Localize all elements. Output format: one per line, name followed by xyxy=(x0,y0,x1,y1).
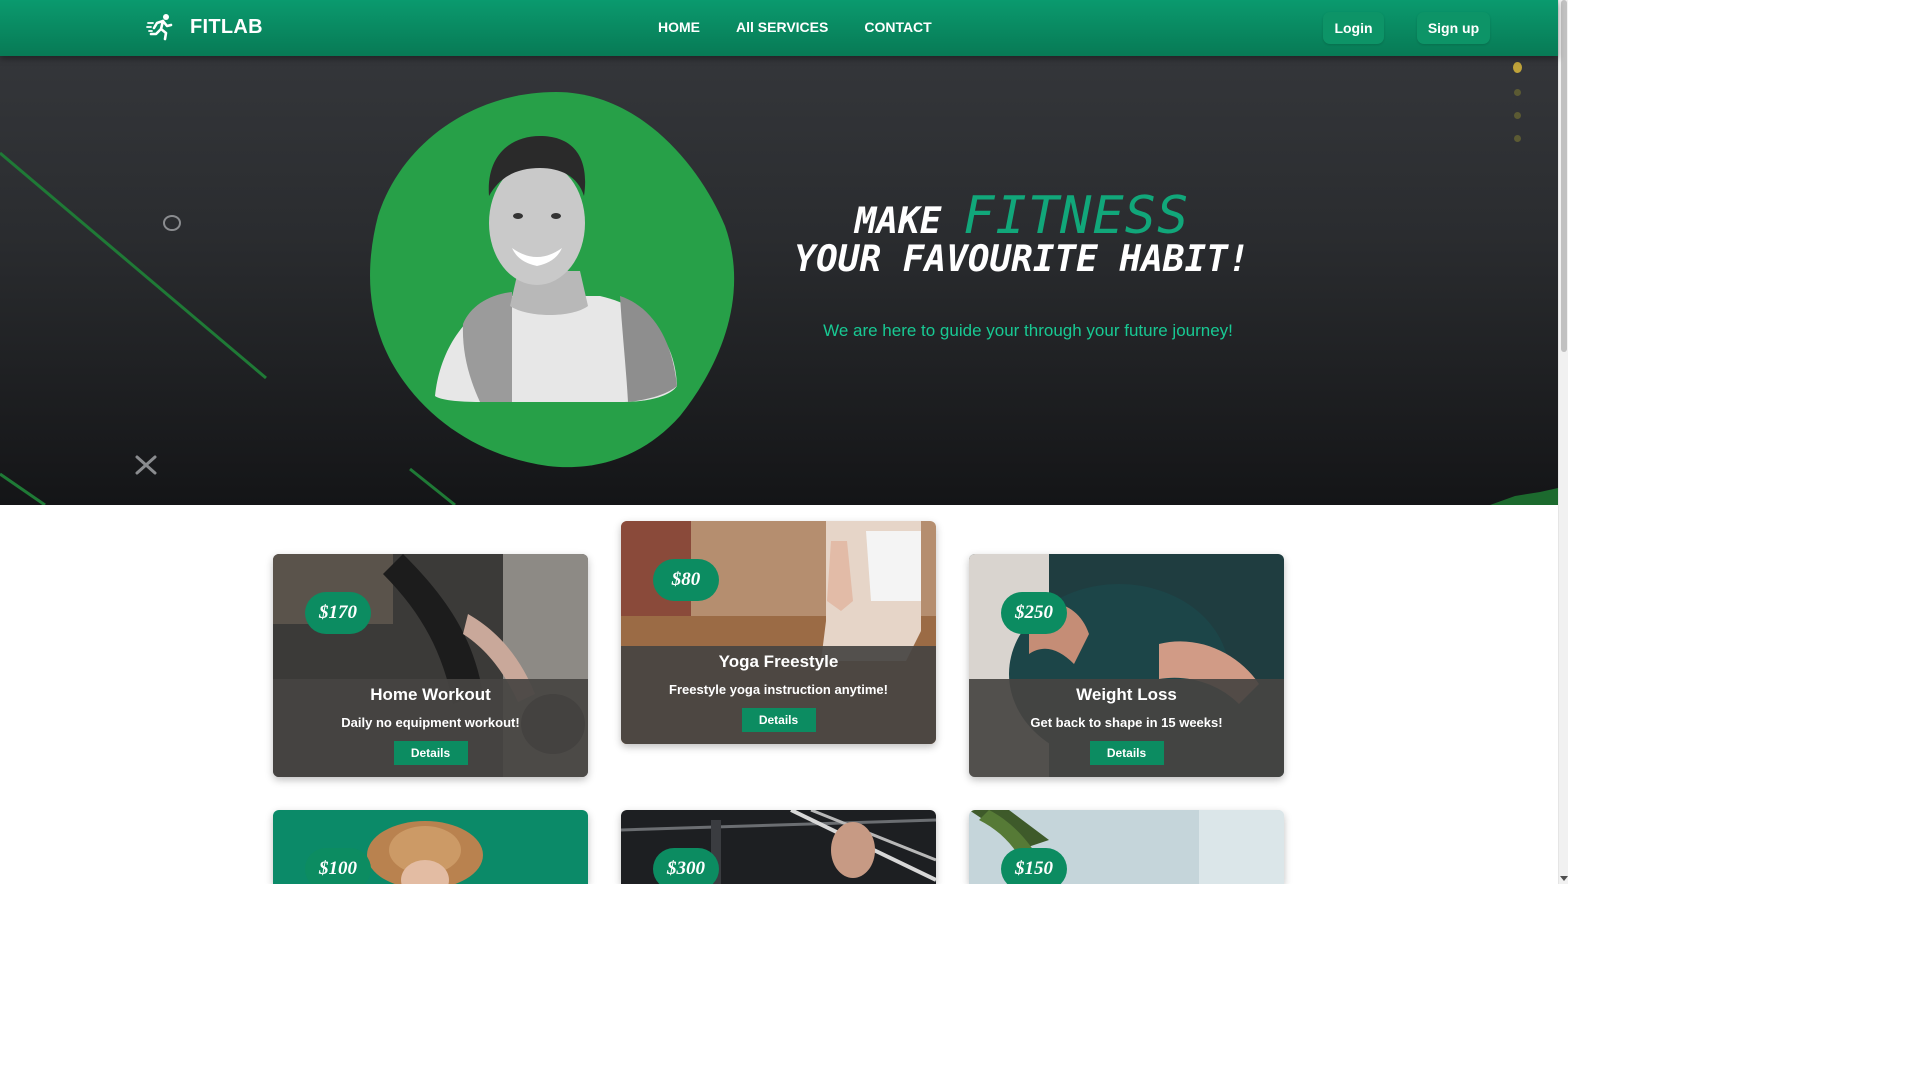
price-badge: $80 xyxy=(653,559,719,601)
details-button[interactable]: Details xyxy=(393,741,468,765)
running-person-icon xyxy=(146,14,173,41)
card-description: Get back to shape in 15 weeks! xyxy=(1030,715,1223,730)
card-description: Freestyle yoga instruction anytime! xyxy=(669,682,888,697)
hero-section: MAKE FITNESS YOUR FAVOURITE HABIT! We ar… xyxy=(0,56,1558,505)
scrollbar-thumb[interactable] xyxy=(1561,0,1567,352)
scroll-down-arrow-icon[interactable] xyxy=(1560,876,1568,881)
brand-name: FITLAB xyxy=(190,15,263,38)
nav-links: HOME All SERVICES CONTACT xyxy=(658,19,932,35)
card-title: Yoga Freestyle xyxy=(718,652,839,671)
card-title: Home Workout xyxy=(370,685,491,704)
price-badge: $250 xyxy=(1001,592,1067,634)
login-button[interactable]: Login xyxy=(1323,12,1384,44)
details-button[interactable]: Details xyxy=(1089,741,1164,765)
navbar: FITLAB HOME All SERVICES CONTACT Login S… xyxy=(0,0,1558,56)
card-body: Home Workout Daily no equipment workout!… xyxy=(273,679,588,777)
page-scrollbar[interactable] xyxy=(1558,0,1568,884)
circle-outline-icon xyxy=(163,215,181,231)
deco-line xyxy=(409,467,456,505)
nav-contact[interactable]: CONTACT xyxy=(864,19,931,35)
signup-button[interactable]: Sign up xyxy=(1417,12,1490,44)
carousel-dot[interactable] xyxy=(1513,62,1522,73)
hero-heading-make: MAKE xyxy=(854,201,942,242)
hero-subtitle: We are here to guide your through your f… xyxy=(823,321,1233,340)
service-card-5: $300 xyxy=(621,810,936,884)
nav-all-services[interactable]: All SERVICES xyxy=(736,19,828,35)
service-card-4: $100 xyxy=(273,810,588,884)
card-title: Weight Loss xyxy=(1076,685,1177,704)
carousel-dots xyxy=(1513,62,1522,142)
price-badge: $100 xyxy=(305,848,371,884)
page: FITLAB HOME All SERVICES CONTACT Login S… xyxy=(0,0,1568,884)
carousel-dot[interactable] xyxy=(1514,135,1521,142)
deco-line xyxy=(0,151,267,380)
hero-decorations xyxy=(0,92,1558,505)
hero-heading: MAKE FITNESS YOUR FAVOURITE HABIT! xyxy=(792,188,1252,280)
card-body: Yoga Freestyle Freestyle yoga instructio… xyxy=(621,646,936,744)
deco-line xyxy=(0,472,46,505)
x-mark-icon xyxy=(135,455,157,475)
hero-heading-line2: YOUR FAVOURITE HABIT! xyxy=(794,239,1250,280)
service-card-weight-loss: $250 Weight Loss Get back to shape in 15… xyxy=(969,554,1284,777)
hero-heading-fitness: FITNESS xyxy=(963,186,1190,246)
price-badge: $300 xyxy=(653,848,719,884)
service-card-6: $150 xyxy=(969,810,1284,884)
card-description: Daily no equipment workout! xyxy=(341,715,520,730)
details-button[interactable]: Details xyxy=(741,708,816,732)
service-card-home-workout: $170 Home Workout Daily no equipment wor… xyxy=(273,554,588,777)
nav-home[interactable]: HOME xyxy=(658,19,700,35)
price-badge: $150 xyxy=(1001,848,1067,884)
carousel-dot[interactable] xyxy=(1514,89,1521,96)
service-card-yoga-freestyle: $80 Yoga Freestyle Freestyle yoga instru… xyxy=(621,521,936,744)
deco-hill xyxy=(1490,488,1558,505)
brand-logo[interactable]: FITLAB xyxy=(146,12,263,42)
price-badge: $170 xyxy=(305,592,371,634)
card-body: Weight Loss Get back to shape in 15 week… xyxy=(969,679,1284,777)
carousel-dot[interactable] xyxy=(1514,112,1521,119)
